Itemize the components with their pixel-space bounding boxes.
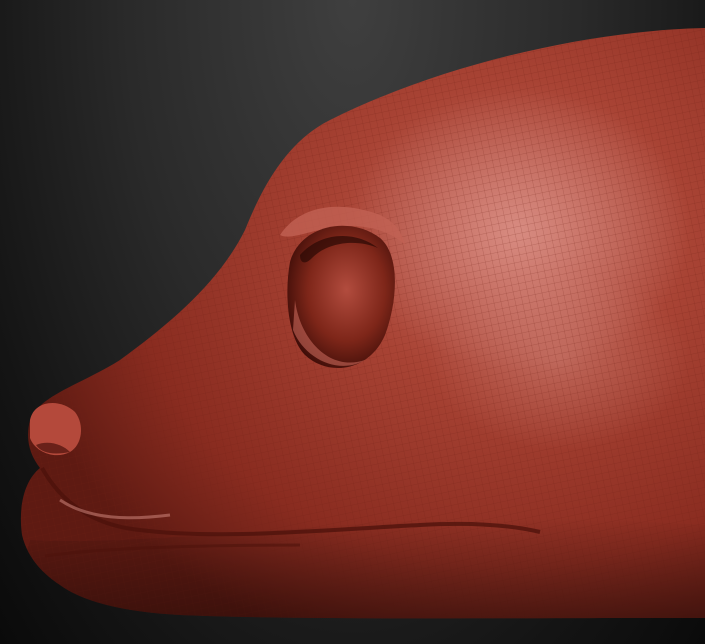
sculpt-render [20,28,705,619]
nose [30,402,82,456]
viewport-canvas[interactable] [0,0,705,644]
head-mesh [20,28,705,619]
